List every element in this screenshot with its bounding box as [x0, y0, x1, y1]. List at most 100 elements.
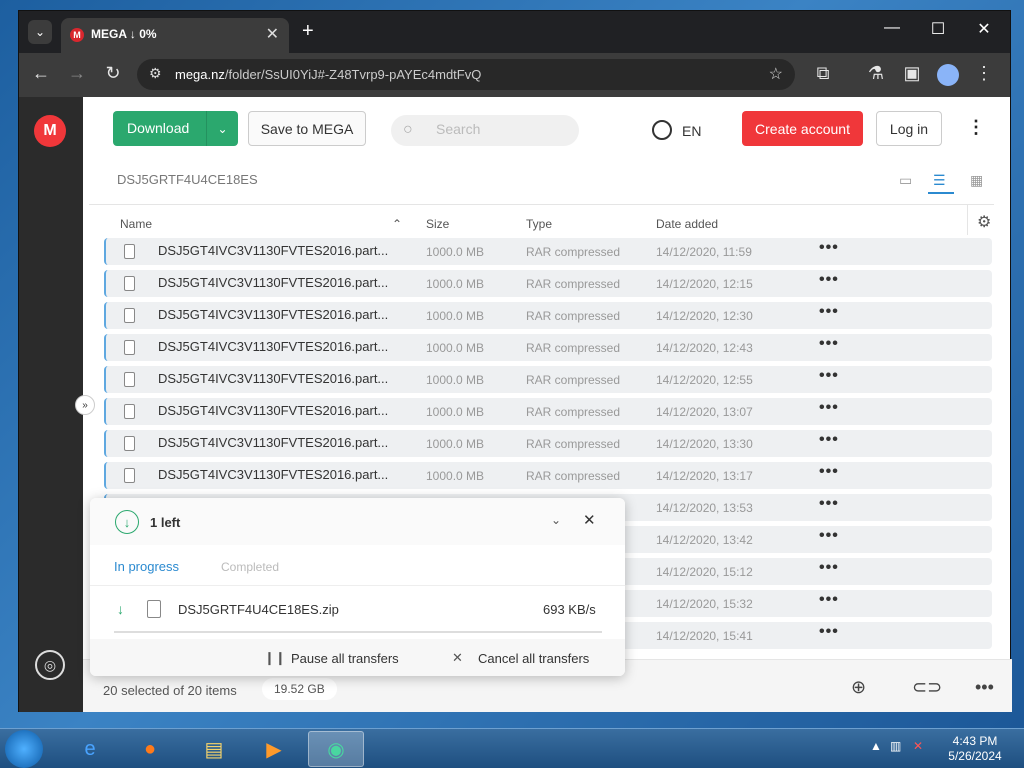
pause-icon[interactable]: ❙❙	[264, 650, 286, 666]
language-selector[interactable]: EN	[682, 123, 701, 139]
row-more-icon[interactable]: •••	[819, 303, 839, 321]
column-header-date[interactable]: Date added	[656, 217, 718, 231]
row-more-icon[interactable]: •••	[819, 463, 839, 481]
close-icon[interactable]: ✕	[583, 511, 596, 529]
file-name: DSJ5GT4IVC3V1130FVTES2016.part...	[158, 467, 389, 482]
file-date: 14/12/2020, 13:17	[656, 469, 753, 483]
file-size: 1000.0 MB	[426, 245, 485, 259]
login-button[interactable]: Log in	[876, 111, 942, 146]
expand-sidebar-icon[interactable]: »	[75, 395, 95, 415]
file-date: 14/12/2020, 13:30	[656, 437, 753, 451]
tab-in-progress[interactable]: In progress	[114, 559, 179, 574]
side-panel-icon[interactable]: ▣	[900, 63, 924, 84]
table-row[interactable]: DSJ5GT4IVC3V1130FVTES2016.part... 1000.0 …	[104, 334, 992, 361]
column-header-name[interactable]: Name	[120, 217, 152, 231]
file-explorer-icon[interactable]: ▤	[186, 731, 242, 767]
browser-menu-icon[interactable]: ⋮	[972, 63, 996, 84]
tab-close-icon[interactable]: ✕	[266, 24, 279, 44]
save-to-mega-button[interactable]: Save to MEGA	[248, 111, 366, 146]
grid-view-icon[interactable]: ▦	[970, 172, 983, 189]
tab-title: MEGA ↓ 0%	[91, 27, 157, 41]
file-date: 14/12/2020, 13:07	[656, 405, 753, 419]
table-row[interactable]: DSJ5GT4IVC3V1130FVTES2016.part... 1000.0 …	[104, 462, 992, 489]
sort-arrow-icon[interactable]: ⌃	[392, 217, 402, 231]
table-row[interactable]: DSJ5GT4IVC3V1130FVTES2016.part... 1000.0 …	[104, 270, 992, 297]
labs-flask-icon[interactable]: ⚗	[864, 63, 888, 84]
row-more-icon[interactable]: •••	[819, 239, 839, 257]
show-hidden-icons-icon[interactable]: ▲	[870, 739, 882, 753]
search-input[interactable]	[436, 121, 566, 137]
tab-mega[interactable]: M MEGA ↓ 0% ✕	[61, 18, 289, 53]
column-settings-icon[interactable]: ⚙	[977, 212, 991, 232]
table-row[interactable]: DSJ5GT4IVC3V1130FVTES2016.part... 1000.0 …	[104, 366, 992, 393]
start-button[interactable]	[5, 730, 43, 768]
chrome-taskbar-icon[interactable]: ◉	[308, 731, 364, 767]
row-more-icon[interactable]: •••	[819, 271, 839, 289]
more-options-icon[interactable]: •••	[975, 677, 994, 698]
list-view-icon[interactable]: ☰	[933, 172, 946, 189]
file-date: 14/12/2020, 11:59	[656, 245, 752, 259]
back-arrow-icon[interactable]: ←	[29, 63, 53, 84]
profile-avatar[interactable]	[937, 64, 959, 86]
download-button[interactable]: Download ⌄	[113, 111, 238, 146]
table-row[interactable]: DSJ5GT4IVC3V1130FVTES2016.part... 1000.0 …	[104, 430, 992, 457]
file-icon	[124, 404, 135, 419]
file-size: 1000.0 MB	[426, 277, 485, 291]
download-circle-icon[interactable]: ⊕	[851, 677, 866, 698]
site-info-icon[interactable]: ⚙	[149, 65, 162, 82]
chevron-down-icon[interactable]: ⌄	[206, 111, 238, 146]
column-header-type[interactable]: Type	[526, 217, 552, 231]
column-header-size[interactable]: Size	[426, 217, 449, 231]
reload-icon[interactable]: ↻	[101, 63, 125, 84]
row-more-icon[interactable]: •••	[819, 367, 839, 385]
internet-explorer-icon[interactable]: e	[62, 731, 118, 767]
file-name: DSJ5GT4IVC3V1130FVTES2016.part...	[158, 371, 389, 386]
file-icon	[124, 244, 135, 259]
pause-all-button[interactable]: Pause all transfers	[291, 651, 399, 666]
mega-logo[interactable]: M	[34, 115, 66, 147]
maximize-button[interactable]: ☐	[923, 19, 953, 39]
volume-muted-icon[interactable]: ✕	[913, 739, 923, 753]
close-window-button[interactable]: ✕	[969, 19, 999, 39]
network-icon[interactable]: ▥	[890, 739, 901, 753]
tab-search-button[interactable]: ⌄	[28, 20, 52, 44]
row-more-icon[interactable]: •••	[819, 335, 839, 353]
more-menu-icon[interactable]: ⋮	[967, 117, 985, 138]
media-player-icon[interactable]: ▶	[246, 731, 302, 767]
row-more-icon[interactable]: •••	[819, 399, 839, 417]
url-text[interactable]: mega.nz/folder/SsUI0YiJ#-Z48Tvrp9-pAYEc4…	[175, 67, 481, 82]
system-clock[interactable]: 4:43 PM 5/26/2024	[940, 734, 1010, 764]
close-icon[interactable]: ✕	[452, 650, 463, 666]
collapse-chevron-icon[interactable]: ⌄	[551, 513, 561, 527]
bookmark-star-icon[interactable]: ☆	[769, 64, 783, 84]
row-more-icon[interactable]: •••	[819, 623, 839, 641]
table-row[interactable]: DSJ5GT4IVC3V1130FVTES2016.part... 1000.0 …	[104, 238, 992, 265]
globe-icon[interactable]	[652, 120, 672, 140]
minimize-button[interactable]: —	[877, 19, 907, 37]
file-name: DSJ5GT4IVC3V1130FVTES2016.part...	[158, 403, 389, 418]
new-tab-button[interactable]: +	[302, 20, 314, 43]
table-row[interactable]: DSJ5GT4IVC3V1130FVTES2016.part... 1000.0 …	[104, 302, 992, 329]
create-account-button[interactable]: Create account	[742, 111, 863, 146]
file-type: RAR compressed	[526, 405, 621, 419]
tab-completed[interactable]: Completed	[221, 560, 279, 574]
link-icon[interactable]: ⊂⊃	[912, 677, 942, 698]
file-date: 14/12/2020, 15:41	[656, 629, 753, 643]
forward-arrow-icon[interactable]: →	[65, 63, 89, 84]
firefox-icon[interactable]: ●	[122, 731, 178, 767]
transfer-progress-bar	[114, 631, 602, 633]
row-more-icon[interactable]: •••	[819, 559, 839, 577]
thumbnail-view-icon[interactable]: ▭	[899, 172, 912, 189]
row-more-icon[interactable]: •••	[819, 431, 839, 449]
file-date: 14/12/2020, 12:15	[656, 277, 753, 291]
cancel-all-button[interactable]: Cancel all transfers	[478, 651, 589, 666]
row-more-icon[interactable]: •••	[819, 591, 839, 609]
row-more-icon[interactable]: •••	[819, 527, 839, 545]
file-type: RAR compressed	[526, 277, 621, 291]
search-box[interactable]: ○	[391, 115, 579, 146]
table-row[interactable]: DSJ5GT4IVC3V1130FVTES2016.part... 1000.0 …	[104, 398, 992, 425]
address-bar[interactable]: ⚙ mega.nz/folder/SsUI0YiJ#-Z48Tvrp9-pAYE…	[137, 59, 795, 90]
row-more-icon[interactable]: •••	[819, 495, 839, 513]
sync-icon[interactable]: ◎	[35, 650, 65, 680]
extensions-icon[interactable]: ⧉	[811, 63, 835, 84]
